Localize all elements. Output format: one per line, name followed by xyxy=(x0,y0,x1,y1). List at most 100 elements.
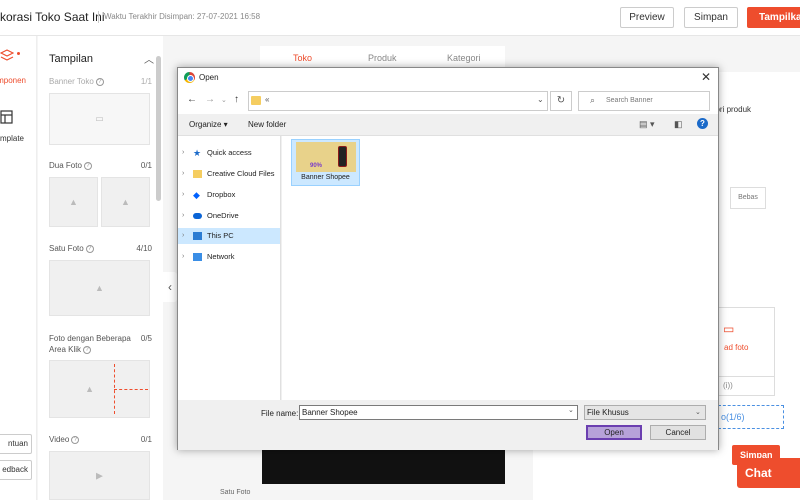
filetype-select[interactable]: File Khusus ⌄ xyxy=(584,405,706,420)
image-icon: ▲ xyxy=(85,384,95,394)
tree-item-quick-access[interactable]: › ★ Quick access xyxy=(178,145,280,161)
filename-input[interactable]: Banner Shopee xyxy=(299,405,578,420)
file-thumbnail: 90% xyxy=(296,142,356,172)
preview-button[interactable]: Preview xyxy=(620,7,674,28)
cloud-icon xyxy=(193,213,202,219)
component-banner-toko-count: 1/1 xyxy=(140,77,152,86)
filename-dropdown-icon[interactable]: ⌄ xyxy=(568,406,574,414)
template-label: mplate xyxy=(0,134,24,143)
phone-image xyxy=(338,146,347,167)
component-banner-toko-thumb[interactable]: ▭ xyxy=(49,93,150,145)
component-satu-foto-label: Satu Foto? xyxy=(49,244,94,253)
collapse-panel-arrow[interactable]: ‹ xyxy=(163,272,177,302)
chevron-down-icon[interactable]: ⌄ xyxy=(537,95,544,104)
file-list: 90% Banner Shopee xyxy=(282,136,718,400)
link-select[interactable]: (i)) xyxy=(718,376,775,396)
chevron-right-icon[interactable]: › xyxy=(182,208,184,224)
image-icon: ▲ xyxy=(95,283,104,293)
component-multi-area-label: Foto dengan Beberapa xyxy=(49,334,131,343)
component-video-thumb[interactable]: ▶ xyxy=(49,451,150,500)
upload-label: ad foto xyxy=(724,343,749,352)
forward-arrow-icon[interactable]: → xyxy=(205,94,215,105)
chevron-right-icon[interactable]: › xyxy=(182,145,184,161)
search-placeholder: Search Banner xyxy=(606,97,653,104)
chevron-right-icon[interactable]: › xyxy=(182,187,184,203)
title-separator xyxy=(98,11,99,23)
back-arrow-icon[interactable]: ← xyxy=(187,94,197,105)
tree-item-creative-cloud[interactable]: › Creative Cloud Files xyxy=(178,166,280,182)
area-divider xyxy=(114,389,148,390)
dialog-navbar: ← → ⌄ ↑ « ⌄ ↻ ⌕ Search Banner xyxy=(178,88,718,114)
tree-item-label: Network xyxy=(207,252,235,261)
layers-icon xyxy=(0,49,14,61)
new-folder-button[interactable]: New folder xyxy=(248,120,286,129)
up-arrow-icon[interactable]: ↑ xyxy=(234,94,239,105)
tree-item-label: This PC xyxy=(207,231,234,240)
search-input[interactable]: ⌕ Search Banner xyxy=(578,91,710,111)
help-icon: ? xyxy=(83,161,92,170)
chevron-right-icon[interactable]: › xyxy=(182,228,184,244)
show-button[interactable]: Tampilkan xyxy=(747,7,800,28)
star-icon: ★ xyxy=(193,148,202,158)
recent-locations-icon[interactable]: ⌄ xyxy=(221,96,227,104)
preview-pane-icon[interactable]: ◧ xyxy=(674,119,683,130)
tree-item-network[interactable]: › Network xyxy=(178,249,280,265)
image-icon: ▲ xyxy=(121,197,130,207)
component-multi-area-thumb[interactable]: ▲ xyxy=(49,360,150,418)
panel-scrollbar[interactable] xyxy=(156,56,161,201)
component-video-label: Video? xyxy=(49,435,80,444)
organize-button[interactable]: Organize ▾ xyxy=(189,120,228,129)
last-saved-text: Waktu Terakhir Disimpan: 27-07-2021 16:5… xyxy=(104,12,261,21)
filename-label: File name: xyxy=(261,409,299,418)
play-icon: ▶ xyxy=(96,470,103,480)
tab-produk[interactable]: Produk xyxy=(368,53,397,63)
dialog-footer: File name: Banner Shopee ⌄ File Khusus ⌄… xyxy=(178,400,718,450)
component-satu-foto-thumb[interactable]: ▲ xyxy=(49,260,150,316)
component-dua-foto-thumb-left[interactable]: ▲ xyxy=(49,177,98,227)
chevron-up-icon[interactable]: ︿ xyxy=(144,51,154,66)
save-button[interactable]: Simpan xyxy=(684,7,738,28)
view-options-icon[interactable]: ▤ ▾ xyxy=(639,119,655,130)
file-item[interactable]: 90% Banner Shopee xyxy=(291,139,360,186)
tree-item-label: Creative Cloud Files xyxy=(207,169,275,178)
help-icon[interactable]: ? xyxy=(697,118,708,129)
tree-item-onedrive[interactable]: › OneDrive xyxy=(178,208,280,224)
thumbnail-text: 90% xyxy=(310,163,323,169)
top-bar: korasi Toko Saat Ini Waktu Terakhir Disi… xyxy=(0,0,800,36)
dialog-titlebar: Open ✕ xyxy=(178,68,718,88)
close-icon[interactable]: ✕ xyxy=(701,70,711,84)
notification-dot xyxy=(17,52,20,55)
address-bar[interactable]: « ⌄ xyxy=(248,91,548,111)
component-dua-foto-thumb-right[interactable]: ▲ xyxy=(101,177,150,227)
component-video-count: 0/1 xyxy=(140,435,152,444)
chevron-right-icon[interactable]: › xyxy=(182,249,184,265)
chevron-right-icon[interactable]: › xyxy=(182,166,184,182)
tree-item-dropbox[interactable]: › ◆ Dropbox xyxy=(178,187,280,203)
upload-photo-box[interactable]: ▭ ad foto xyxy=(718,307,775,377)
file-name: Banner Shopee xyxy=(301,174,350,181)
bebas-button[interactable]: Bebas xyxy=(730,187,766,209)
chat-button[interactable]: Chat xyxy=(737,458,800,488)
add-photo-count[interactable]: o(1/6) xyxy=(718,405,784,429)
navigation-tree: › ★ Quick access › Creative Cloud Files … xyxy=(178,136,281,400)
template-tab[interactable]: mplate xyxy=(0,108,37,148)
tab-toko[interactable]: Toko xyxy=(293,53,312,63)
help-button[interactable]: ntuan xyxy=(0,434,32,454)
help-icon: ? xyxy=(71,435,80,444)
refresh-icon[interactable]: ↻ xyxy=(550,91,572,111)
canvas-video-block[interactable] xyxy=(262,446,505,484)
pc-icon xyxy=(193,232,202,240)
feedback-button[interactable]: edback xyxy=(0,460,32,480)
cancel-button[interactable]: Cancel xyxy=(650,425,706,440)
tab-kategori[interactable]: Kategori xyxy=(447,53,481,63)
open-button[interactable]: Open xyxy=(586,425,642,440)
template-icon xyxy=(0,110,13,124)
monitor-icon: ▭ xyxy=(723,322,735,336)
components-tab[interactable]: mponen xyxy=(0,46,37,86)
network-icon xyxy=(193,253,202,261)
tree-item-this-pc[interactable]: › This PC xyxy=(178,228,280,244)
components-label: mponen xyxy=(0,76,26,85)
filetype-value: File Khusus xyxy=(587,408,629,417)
folder-icon xyxy=(251,96,261,105)
canvas-satu-foto-label: Satu Foto xyxy=(220,489,251,496)
